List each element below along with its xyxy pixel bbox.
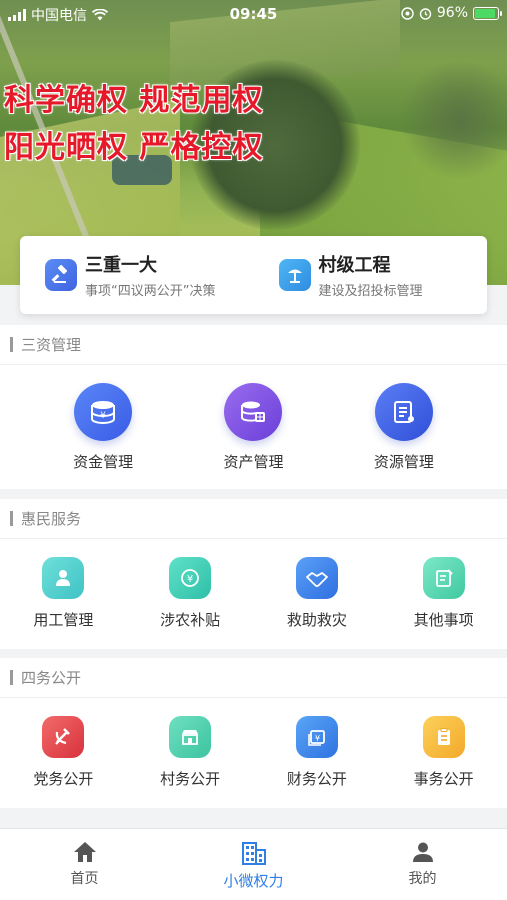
grid-item-label: 资源管理 [373,453,434,471]
battery-percent: 96% [436,5,468,21]
quick-link-subtitle: 事项“四议两公开”决策 [85,284,216,299]
quick-link-title: 三重一大 [85,255,157,276]
section-header: 四务公开 [0,658,507,698]
quick-link-title: 村级工程 [318,255,391,276]
quick-link-village-project[interactable]: 村级工程 建设及招投标管理 [254,236,488,314]
grid-item-funds[interactable]: ¥ 资金管理 [73,383,133,472]
coin-stack-icon: ¥ [74,383,133,441]
grid-item-subsidy[interactable]: ¥ 涉农补贴 [160,557,220,630]
section-huimin: 惠民服务 用工管理 ¥ 涉农补贴 救助救灾 其他事项 [0,499,507,649]
svg-text:¥: ¥ [315,734,320,743]
party-emblem-icon [42,716,85,758]
grid-item-label: 涉农补贴 [160,611,221,629]
grid-item-other[interactable]: 其他事项 [414,557,474,630]
grid-item-employment[interactable]: 用工管理 [33,557,93,630]
construction-icon [278,259,311,291]
home-icon [73,842,96,862]
banner-slogan-line2: 阳光晒权 严格控权 [4,130,264,165]
grid-item-label: 党务公开 [33,770,94,788]
section-siwu: 四务公开 党务公开 村务公开 ¥ 财务公开 事务公开 [0,658,507,808]
subsidy-icon: ¥ [169,557,212,599]
grid-item-label: 资产管理 [223,453,284,471]
tab-micro-power[interactable]: 小微权力 [169,829,338,900]
battery-icon [473,6,502,20]
section-marker [10,511,13,526]
grid-item-village-affairs[interactable]: 村务公开 [160,716,220,789]
tab-mine[interactable]: 我的 [338,829,507,900]
grid-item-party-affairs[interactable]: 党务公开 [33,716,93,789]
status-bar: 中国电信 09:45 96% [0,0,507,28]
bottom-tab-bar: 首页 小微权力 我的 [0,828,507,900]
grid-item-label: 救助救灾 [286,611,347,629]
clipboard-icon [422,716,465,758]
section-header: 惠民服务 [0,499,507,539]
svg-text:¥: ¥ [100,411,106,421]
village-store-icon [169,716,212,758]
grid-item-affairs[interactable]: 事务公开 [414,716,474,789]
gavel-icon [45,259,77,291]
handshake-icon [295,557,338,599]
asset-database-icon [224,383,283,441]
grid-item-finance[interactable]: ¥ 财务公开 [287,716,347,789]
grid-item-label: 事务公开 [413,770,474,788]
document-icon [374,383,433,441]
user-icon [412,842,433,862]
tab-home[interactable]: 首页 [0,829,169,900]
grid-item-relief[interactable]: 救助救灾 [287,557,347,630]
grid-item-label: 用工管理 [33,611,94,629]
section-sanzi: 三资管理 ¥ 资金管理 资产管理 资源管理 [0,325,507,489]
grid-item-resources[interactable]: 资源管理 [374,383,434,472]
worker-icon [42,557,85,599]
section-title: 惠民服务 [21,510,82,528]
grid-item-label: 村务公开 [160,770,221,788]
building-icon [241,842,266,865]
note-edit-icon [422,557,465,599]
alarm-icon [419,7,432,20]
location-lock-icon [401,6,414,20]
tab-label: 首页 [70,871,99,887]
grid-item-assets[interactable]: 资产管理 [223,383,284,472]
tab-label: 小微权力 [223,872,284,890]
quick-links-card: 三重一大 事项“四议两公开”决策 村级工程 建设及招投标管理 [20,236,487,314]
quick-link-sanzhong[interactable]: 三重一大 事项“四议两公开”决策 [20,236,254,314]
section-header: 三资管理 [0,325,507,365]
finance-window-icon: ¥ [295,716,338,758]
section-marker [10,337,13,352]
quick-link-subtitle: 建设及招投标管理 [318,284,423,299]
svg-text:¥: ¥ [187,574,193,585]
grid-item-label: 其他事项 [413,611,474,629]
section-title: 三资管理 [21,336,82,354]
tab-label: 我的 [408,871,437,887]
banner-slogan-line1: 科学确权 规范用权 [4,83,264,118]
grid-item-label: 资金管理 [73,453,134,471]
section-marker [10,670,13,685]
section-title: 四务公开 [21,669,82,687]
grid-item-label: 财务公开 [286,770,347,788]
